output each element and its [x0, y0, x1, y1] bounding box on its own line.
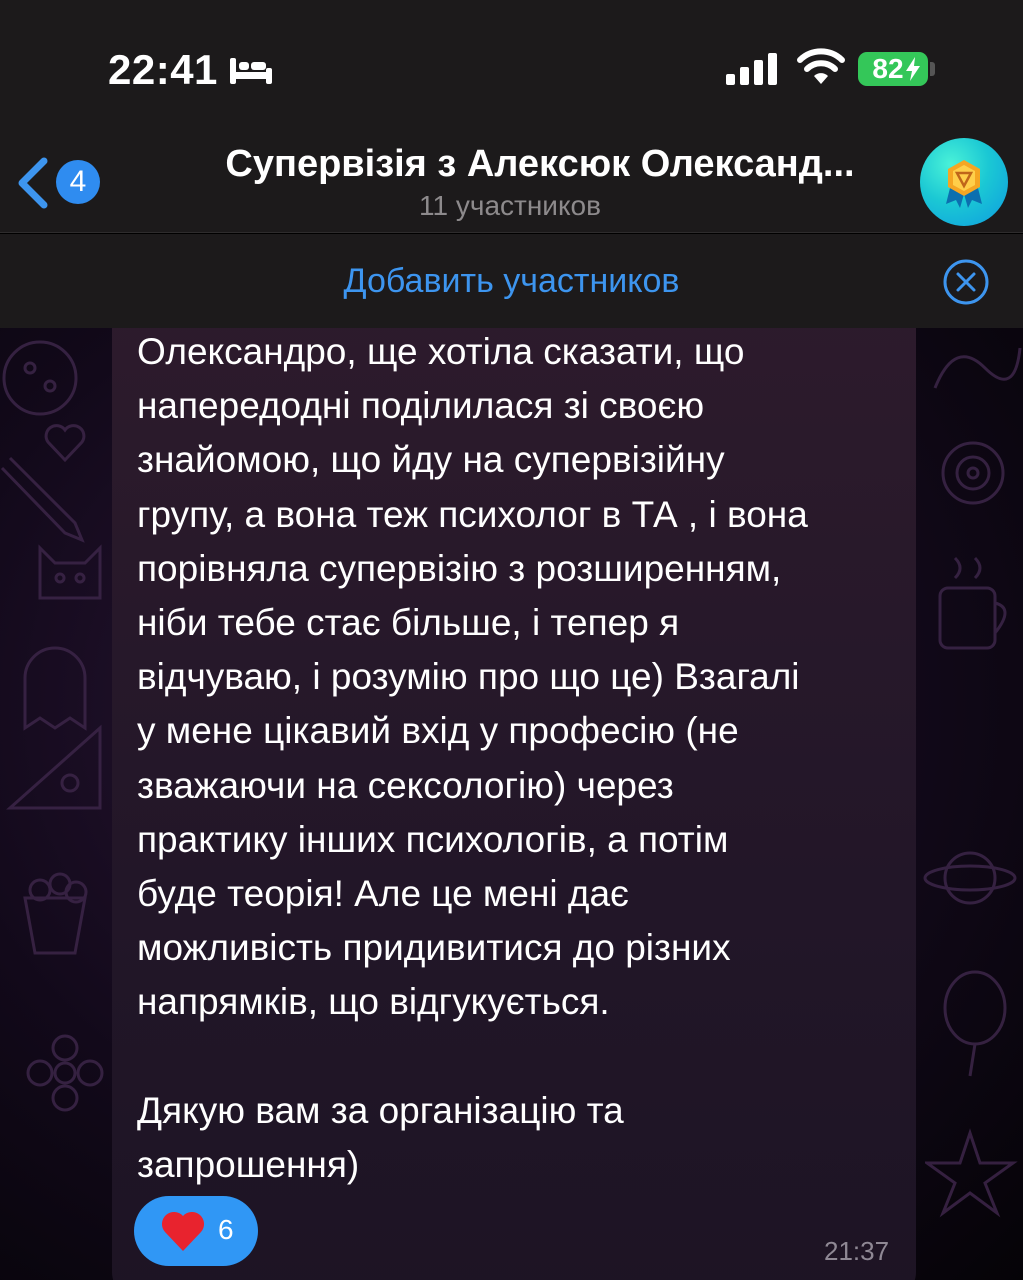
mug-doodle-icon	[938, 556, 1007, 650]
battery-tip	[930, 62, 935, 76]
message-line: відчуваю, і розумію про що це) Взагалі	[137, 656, 800, 698]
balloon-doodle-icon	[943, 970, 1007, 1077]
message-line: практику інших психологів, а потім	[137, 818, 729, 860]
message-line: можливість придивитися до різних	[137, 927, 731, 969]
bed-icon	[230, 58, 272, 84]
message-line: напрямків, що відгукується.	[137, 981, 610, 1023]
chat-title[interactable]: Супервізія з Алексюк Олександ...	[150, 143, 930, 186]
message-line: знайомою, що йду на супервізійну	[137, 439, 725, 481]
add-members-bar: Добавить участников	[0, 234, 1023, 328]
message-line: буде теорія! Але це мені дає	[137, 873, 629, 915]
message-line: зважаючи на сексологію) через	[137, 764, 674, 806]
message-line: у мене цікавий вхід у професію (не	[137, 710, 739, 752]
message-line: Дякую вам за організацію та	[137, 1089, 624, 1131]
charging-bolt-icon	[906, 57, 920, 81]
award-emblem-icon	[946, 160, 982, 208]
back-chevron-icon[interactable]	[14, 155, 54, 211]
cat-doodle-icon	[38, 544, 102, 600]
chat-subtitle: 11 участников	[419, 190, 601, 221]
message-line: ніби тебе стає більше, і тепер я	[137, 602, 680, 644]
planet-doodle-icon	[923, 851, 1017, 905]
battery-icon: 82	[858, 52, 928, 86]
message-line: запрошення)	[137, 1144, 360, 1186]
message-line: групу, а вона теж психолог в ТА , і вона	[137, 493, 808, 535]
wifi-icon	[797, 48, 845, 84]
star-doodle-icon	[925, 1128, 1018, 1218]
reaction-count: 6	[218, 1214, 234, 1245]
back-unread-badge[interactable]: 4	[56, 160, 100, 204]
message-time: 21:37	[824, 1236, 890, 1266]
heart-reaction-button[interactable]: 6	[134, 1196, 258, 1266]
flower-doodle-icon	[26, 1034, 104, 1112]
message-line: Олександро, ще хотіла сказати, що	[137, 331, 745, 372]
chat-header: 4 Супервізія з Алексюк Олександ... 11 уч…	[0, 130, 1023, 233]
popcorn-doodle-icon	[23, 872, 88, 955]
message-line: напередодні поділилася зі своєю	[137, 385, 705, 427]
message-line: порівняла супервізію з розширенням,	[137, 547, 782, 589]
status-bar: 22:41 82	[0, 0, 1023, 130]
signal-icon	[726, 53, 777, 85]
swirl-doodle-icon	[933, 347, 1022, 389]
message-paragraph-gap	[137, 1030, 897, 1084]
pizza-doodle-icon	[6, 724, 102, 810]
close-circle-icon[interactable]	[942, 258, 990, 306]
status-time: 22:41	[108, 46, 218, 93]
add-members-button[interactable]: Добавить участников	[0, 262, 1023, 301]
group-avatar[interactable]	[920, 138, 1008, 226]
battery-percent: 82	[872, 53, 904, 84]
snail-doodle-icon	[941, 441, 1005, 505]
heart-icon	[161, 1211, 205, 1251]
message-text: Олександро, ще хотіла сказати, що наперед…	[137, 325, 897, 1192]
